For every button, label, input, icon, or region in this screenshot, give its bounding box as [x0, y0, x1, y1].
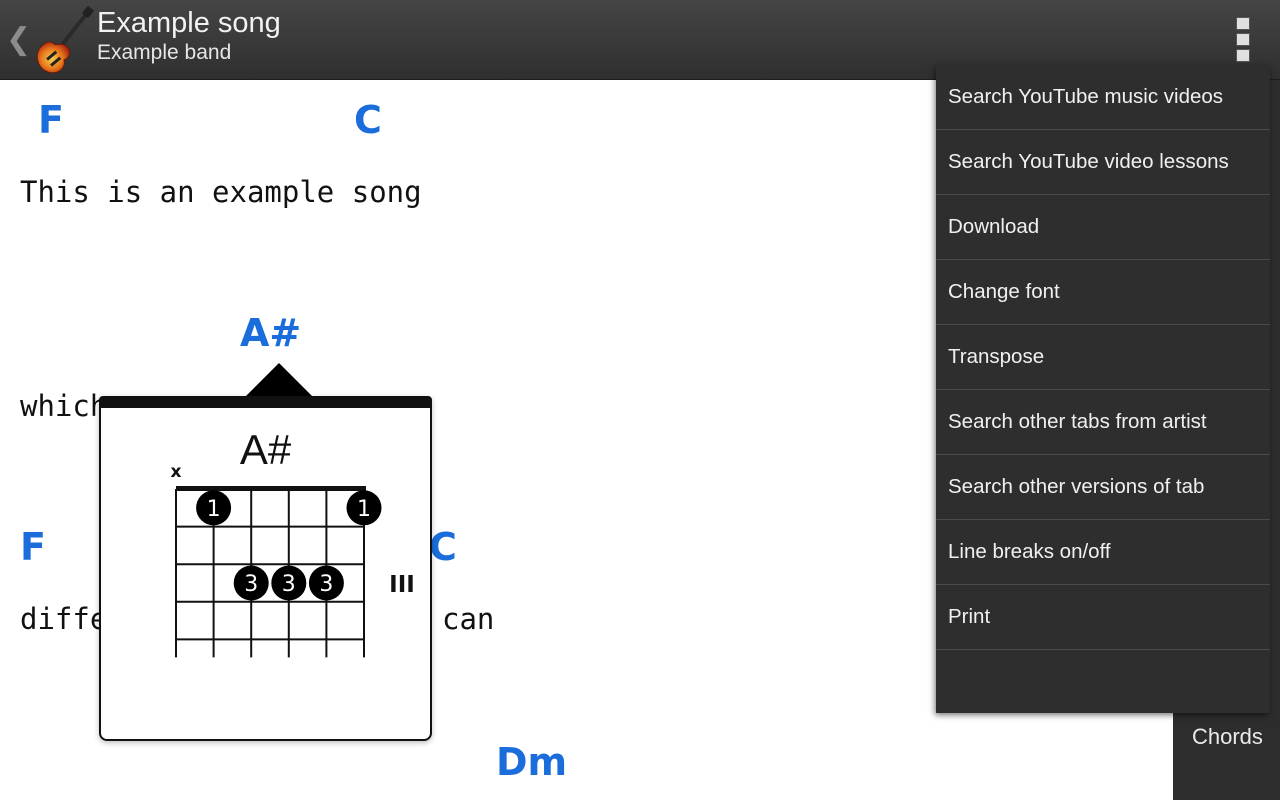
fretboard-diagram: xIII1 13 3 3 [171, 462, 415, 658]
finger-number: 3 [319, 572, 333, 597]
overflow-menu-icon[interactable] [1228, 14, 1258, 66]
lyric-line: diffe [20, 602, 108, 636]
menu-item-change-font[interactable]: Change font [936, 260, 1270, 325]
fretboard-nut [176, 486, 366, 491]
chord-label[interactable]: C [354, 98, 382, 142]
chord-diagram-popup[interactable]: A# x III 1 1 3 3 3 [99, 396, 432, 741]
menu-item-search-other-tabs-from-artist[interactable]: Search other tabs from artist [936, 390, 1270, 455]
popup-pointer [245, 363, 313, 397]
finger-number: 1 [207, 497, 221, 522]
electric-guitar-icon[interactable] [32, 6, 94, 74]
overflow-menu: Search YouTube music videos Search YouTu… [936, 65, 1270, 713]
menu-item-download[interactable]: Download [936, 195, 1270, 260]
menu-item-line-breaks[interactable]: Line breaks on/off [936, 520, 1270, 585]
chords-tab[interactable]: Chords [1192, 724, 1263, 750]
chord-label-selected[interactable]: A# [240, 311, 301, 355]
fret-position-label: III [389, 572, 415, 598]
lyric-line: This is an example song [20, 175, 422, 209]
menu-item-search-youtube-video-lessons[interactable]: Search YouTube video lessons [936, 130, 1270, 195]
muted-string-marker: x [171, 462, 182, 482]
song-title: Example song [97, 7, 281, 39]
menu-item-print[interactable]: Print [936, 585, 1270, 650]
lyric-line: which [20, 389, 108, 423]
lyric-line: can [442, 602, 495, 636]
finger-number: 3 [282, 572, 296, 597]
menu-item-transpose[interactable]: Transpose [936, 325, 1270, 390]
finger-number: 3 [244, 572, 258, 597]
chord-label[interactable]: C [429, 525, 457, 569]
menu-item-search-youtube-music-videos[interactable]: Search YouTube music videos [936, 65, 1270, 130]
menu-item-search-other-versions-of-tab[interactable]: Search other versions of tab [936, 455, 1270, 520]
chord-label[interactable]: Dm [496, 740, 567, 784]
chord-label[interactable]: F [20, 525, 46, 569]
band-name: Example band [97, 41, 232, 64]
chevron-left-icon[interactable]: ❮ [6, 22, 31, 58]
finger-number: 1 [357, 497, 371, 522]
chord-label[interactable]: F [38, 98, 64, 142]
